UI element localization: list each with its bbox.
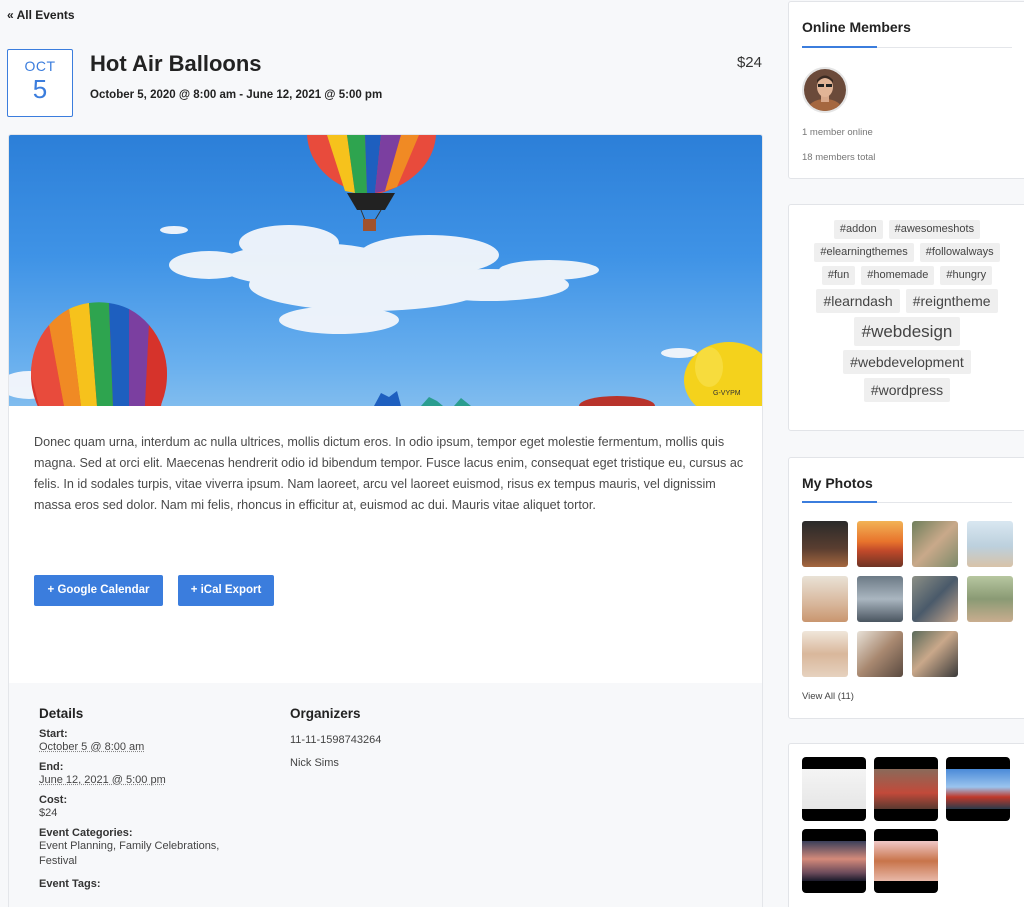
photo-thumbnail[interactable] [912,521,958,567]
tags-label: Event Tags: [39,878,259,890]
tag-link[interactable]: #elearningthemes [814,243,913,262]
view-all-photos-link[interactable]: View All (11) [802,691,854,702]
event-day: 5 [8,75,72,103]
organizer-item[interactable]: 11-11-1598743264 [290,734,540,746]
video-thumbnail[interactable] [802,829,866,893]
tag-link[interactable]: #wordpress [864,378,950,402]
event-meta: Details Start: October 5 @ 8:00 am End: … [9,683,763,907]
tag-link[interactable]: #learndash [816,289,899,313]
widget-title-underline [802,47,1012,48]
categories-value[interactable]: Event Planning, Family Celebrations, Fes… [39,839,259,869]
online-members-title: Online Members [802,19,911,35]
photo-thumbnail[interactable] [967,521,1013,567]
organizer-item[interactable]: Nick Sims [290,757,540,769]
video-thumbnail[interactable] [802,757,866,821]
end-label: End: [39,761,259,773]
start-label: Start: [39,728,259,740]
my-photos-title: My Photos [802,475,873,491]
event-description: Donec quam urna, interdum ac nulla ultri… [34,432,744,516]
organizers-heading: Organizers [290,706,540,721]
categories-label: Event Categories: [39,827,259,839]
details-heading: Details [39,706,259,721]
video-thumbnail[interactable] [874,829,938,893]
details-section: Details Start: October 5 @ 8:00 am End: … [39,706,259,890]
tag-link[interactable]: #fun [822,266,855,285]
my-photos-widget: My Photos View All (11) [788,457,1024,719]
member-avatar[interactable] [802,67,848,113]
video-thumbnail[interactable] [946,757,1010,821]
all-events-link[interactable]: « All Events [7,8,75,22]
online-members-widget: Online Members 1 member online 18 member… [788,1,1024,179]
tag-link[interactable]: #homemade [861,266,934,285]
event-month: OCT [8,58,72,74]
tag-link[interactable]: #addon [834,220,883,239]
event-card: G-VYPM Donec quam urna, interdum ac null… [8,134,763,907]
members-online-count: 1 member online [802,127,873,138]
photo-thumbnail[interactable] [857,521,903,567]
video-thumbnail[interactable] [874,757,938,821]
google-calendar-button[interactable]: + Google Calendar [34,575,163,606]
video-grid [802,757,1014,893]
event-date-badge: OCT 5 [7,49,73,117]
event-price: $24 [737,54,762,71]
tag-link[interactable]: #awesomeshots [889,220,981,239]
tag-link[interactable]: #webdevelopment [843,350,971,374]
tag-cloud-widget: #addon #awesomeshots #elearningthemes #foll… [788,204,1024,431]
tag-link[interactable]: #followalways [920,243,1000,262]
videos-widget [788,743,1024,907]
widget-title-underline [802,502,1012,503]
ical-export-button[interactable]: + iCal Export [178,575,274,606]
members-total-count: 18 members total [802,152,875,163]
photo-thumbnail[interactable] [802,631,848,677]
photo-thumbnail[interactable] [967,576,1013,622]
photo-thumbnail[interactable] [857,576,903,622]
event-featured-image: G-VYPM [9,135,763,406]
event-title: Hot Air Balloons [90,51,262,77]
event-dates: October 5, 2020 @ 8:00 am - June 12, 202… [90,89,382,101]
photo-thumbnail[interactable] [857,631,903,677]
photo-thumbnail[interactable] [912,576,958,622]
cost-value: $24 [39,806,259,821]
cost-label: Cost: [39,794,259,806]
tag-link[interactable]: #webdesign [854,317,961,346]
photo-thumbnail[interactable] [802,521,848,567]
photo-grid [802,521,1014,677]
start-value: October 5 @ 8:00 am [39,740,259,755]
tag-link[interactable]: #reigntheme [906,289,998,313]
tag-link[interactable]: #hungry [940,266,992,285]
organizers-section: Organizers 11-11-1598743264 Nick Sims [290,706,540,769]
end-value: June 12, 2021 @ 5:00 pm [39,773,259,788]
tag-cloud: #addon #awesomeshots #elearningthemes #foll… [801,220,1013,402]
photo-thumbnail[interactable] [912,631,958,677]
svg-text:G-VYPM: G-VYPM [713,390,741,397]
photo-thumbnail[interactable] [802,576,848,622]
